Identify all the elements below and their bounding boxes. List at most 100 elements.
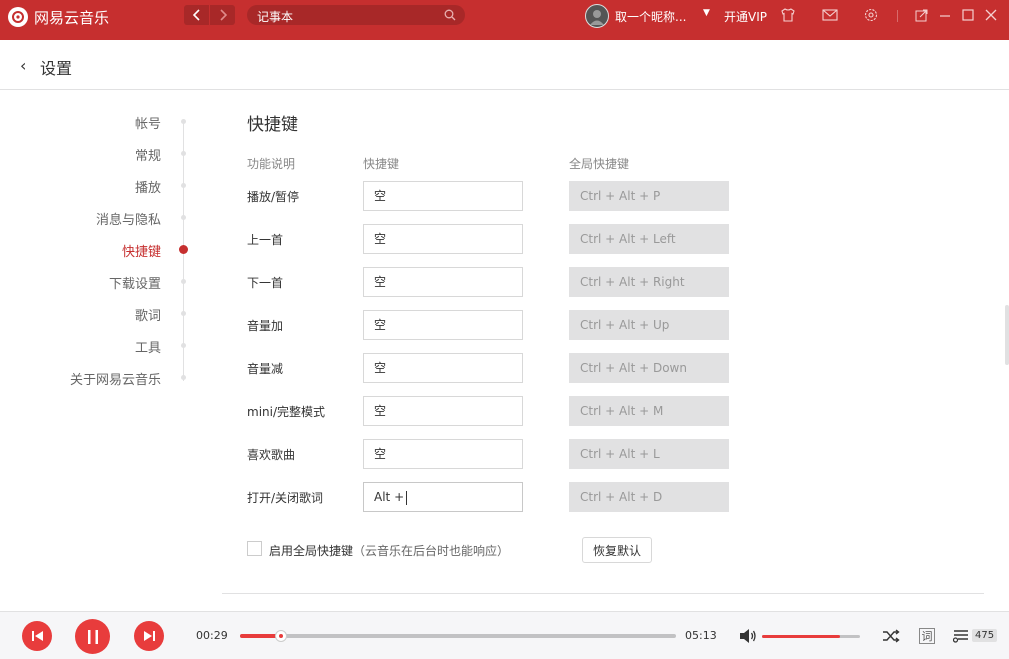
column-header-shortcut: 快捷键 xyxy=(363,157,400,171)
maximize-icon[interactable] xyxy=(960,7,976,23)
global-shortcut-field[interactable]: Ctrl + Alt + P xyxy=(569,181,729,211)
scrollbar-thumb[interactable] xyxy=(1005,305,1009,365)
vip-button[interactable]: 开通VIP xyxy=(724,8,767,25)
avatar[interactable] xyxy=(585,4,609,28)
sidebar-item-6[interactable]: 歌词 xyxy=(135,305,161,324)
restore-default-button[interactable]: 恢复默认 xyxy=(582,537,652,563)
history-forward-button[interactable] xyxy=(210,5,235,25)
global-shortcut-field[interactable]: Ctrl + Alt + Left xyxy=(569,224,729,254)
next-track-icon xyxy=(143,631,155,641)
sidebar-item-dot xyxy=(181,279,186,284)
total-time: 05:13 xyxy=(685,629,717,642)
shortcut-input-value: 空 xyxy=(374,318,387,332)
global-shortcut-field[interactable]: Ctrl + Alt + D xyxy=(569,482,729,512)
search-box[interactable]: 记事本 xyxy=(247,5,465,25)
caret-down-icon[interactable]: ▼ xyxy=(703,8,710,18)
shortcut-input[interactable]: 空 xyxy=(363,396,523,426)
shortcut-row-label: 音量加 xyxy=(247,319,284,333)
current-time: 00:29 xyxy=(196,629,228,642)
forward-arrow-icon xyxy=(219,9,227,21)
content-divider xyxy=(222,593,984,594)
shortcut-input[interactable]: 空 xyxy=(363,439,523,469)
shortcut-settings: 快捷键 功能说明 快捷键 全局快捷键 播放/暂停空 Ctrl + Alt + P上… xyxy=(200,91,1009,611)
shortcut-row-label: 下一首 xyxy=(247,276,284,290)
mail-icon[interactable] xyxy=(822,7,838,23)
sidebar-item-dot xyxy=(181,343,186,348)
history-back-button[interactable] xyxy=(184,5,209,25)
lyric-icon[interactable]: 词 xyxy=(919,628,935,644)
shortcut-input-value: 空 xyxy=(374,361,387,375)
mini-mode-icon[interactable] xyxy=(914,7,930,23)
volume-slider[interactable] xyxy=(762,635,860,638)
text-cursor xyxy=(406,490,408,505)
search-input[interactable]: 记事本 xyxy=(257,8,293,25)
volume-icon[interactable] xyxy=(739,628,757,644)
sidebar-item-dot xyxy=(179,245,188,254)
volume-fill xyxy=(762,635,841,638)
shortcut-input[interactable]: 空 xyxy=(363,353,523,383)
shortcut-row-label: 打开/关闭歌词 xyxy=(247,491,324,505)
global-shortcut-field[interactable]: Ctrl + Alt + Down xyxy=(569,353,729,383)
search-icon[interactable] xyxy=(444,9,456,21)
sidebar-item-5[interactable]: 下载设置 xyxy=(109,273,161,292)
global-shortcut-field[interactable]: Ctrl + Alt + Right xyxy=(569,267,729,297)
shortcut-input[interactable]: 空 xyxy=(363,267,523,297)
shortcut-input[interactable]: 空 xyxy=(363,224,523,254)
sidebar-item-2[interactable]: 播放 xyxy=(135,177,161,196)
sidebar-item-1[interactable]: 常规 xyxy=(135,145,161,164)
sidebar-item-dot xyxy=(181,183,186,188)
user-name[interactable]: 取一个昵称... xyxy=(615,8,686,25)
enable-global-shortcuts-checkbox[interactable] xyxy=(247,541,262,556)
column-header-description: 功能说明 xyxy=(247,157,296,171)
shortcut-input-value: Alt + xyxy=(374,490,405,504)
prev-track-button[interactable] xyxy=(22,621,52,651)
shuffle-icon[interactable] xyxy=(882,627,900,645)
enable-global-hint: （云音乐在后台时也能响应） xyxy=(353,544,510,558)
section-title: 快捷键 xyxy=(247,115,298,135)
sidebar-item-4[interactable]: 快捷键 xyxy=(122,241,161,260)
sidebar-item-dot xyxy=(181,151,186,156)
title-bar: 网易云音乐 记事本 取一个昵称... ▼ 开通VIP xyxy=(0,0,1009,40)
global-shortcut-field[interactable]: Ctrl + Alt + Up xyxy=(569,310,729,340)
shortcut-input[interactable]: 空 xyxy=(363,310,523,340)
shortcut-row-label: 播放/暂停 xyxy=(247,190,300,204)
app-logo[interactable]: 网易云音乐 xyxy=(8,6,109,28)
sidebar-item-dot xyxy=(181,311,186,316)
progress-slider[interactable] xyxy=(240,630,676,642)
shortcut-row-label: 上一首 xyxy=(247,233,284,247)
gear-icon[interactable] xyxy=(863,7,879,23)
sidebar-item-0[interactable]: 帐号 xyxy=(135,113,161,132)
shortcut-input-value: 空 xyxy=(374,404,387,418)
sidebar-item-dot xyxy=(181,215,186,220)
sidebar-item-8[interactable]: 关于网易云音乐 xyxy=(70,369,161,388)
sidebar-item-3[interactable]: 消息与隐私 xyxy=(96,209,161,228)
progress-handle[interactable] xyxy=(274,630,287,642)
playlist-icon[interactable] xyxy=(952,627,970,645)
settings-header: ‹ 设置 xyxy=(0,40,1009,90)
back-button[interactable]: ‹ xyxy=(20,56,26,75)
shortcut-input-value: 空 xyxy=(374,232,387,246)
sidebar-item-7[interactable]: 工具 xyxy=(135,337,161,356)
prev-track-icon xyxy=(31,631,43,641)
pause-button[interactable] xyxy=(75,619,110,654)
close-icon[interactable] xyxy=(983,7,999,23)
settings-sidebar: 帐号常规播放消息与隐私快捷键下载设置歌词工具关于网易云音乐 xyxy=(0,91,200,611)
sidebar-item-dot xyxy=(181,119,186,124)
tshirt-icon[interactable] xyxy=(780,7,796,23)
sidebar-item-dot xyxy=(181,375,186,380)
shortcut-input-value: 空 xyxy=(374,275,387,289)
user-profile[interactable]: 取一个昵称... xyxy=(585,4,686,28)
shortcut-row-label: mini/完整模式 xyxy=(247,405,326,419)
titlebar-divider xyxy=(897,10,898,22)
shortcut-row-label: 喜欢歌曲 xyxy=(247,448,296,462)
enable-global-shortcuts-label[interactable]: 启用全局快捷键（云音乐在后台时也能响应） xyxy=(269,542,509,559)
global-shortcut-field[interactable]: Ctrl + Alt + L xyxy=(569,439,729,469)
shortcut-input-value: 空 xyxy=(374,447,387,461)
shortcut-input[interactable]: Alt + xyxy=(363,482,523,512)
minimize-icon[interactable] xyxy=(937,7,953,23)
netease-music-logo-icon xyxy=(8,7,28,27)
shortcut-input[interactable]: 空 xyxy=(363,181,523,211)
next-track-button[interactable] xyxy=(134,621,164,651)
global-shortcut-field[interactable]: Ctrl + Alt + M xyxy=(569,396,729,426)
playlist-count: 475 xyxy=(972,629,998,642)
